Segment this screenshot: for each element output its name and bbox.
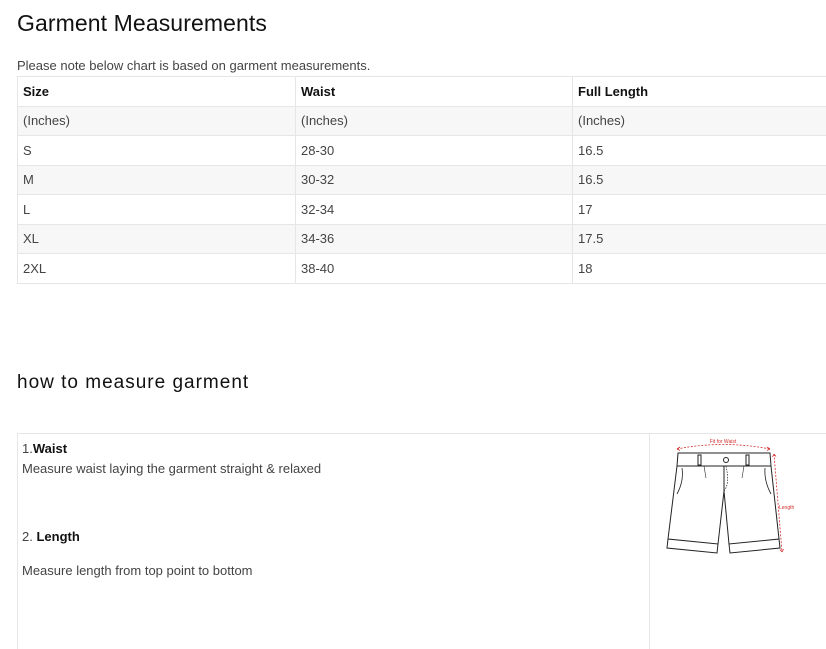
table-header-row: Size Waist Full Length (17, 76, 826, 107)
table-cell: 34-36 (295, 223, 573, 254)
table-cell: 38-40 (295, 253, 573, 284)
table-row: (Inches) (Inches) (Inches) (17, 105, 826, 136)
table-cell: (Inches) (17, 105, 296, 136)
shorts-measurement-diagram: Fit for Waist Length (666, 439, 795, 554)
size-chart-table: Size Waist Full Length (Inches) (Inches) (Inc… (17, 76, 826, 284)
table-cell: 30-32 (295, 164, 573, 195)
column-header: Waist (295, 76, 573, 107)
table-row: L 32-34 17 (17, 194, 826, 225)
table-row: S 28-30 16.5 (17, 135, 826, 166)
table-cell: 2XL (17, 253, 296, 284)
table-cell: (Inches) (295, 105, 573, 136)
step-number: 2. (22, 529, 37, 544)
table-cell: M (17, 164, 296, 195)
table-row: 2XL 38-40 18 (17, 253, 826, 284)
table-cell: 18 (572, 253, 826, 284)
fit-for-waist-label: Fit for Waist (710, 439, 737, 445)
step-label: Length (36, 529, 80, 544)
waist-measure-arrow (676, 444, 771, 450)
table-cell: 16.5 (572, 135, 826, 166)
step-length-description: Measure length from top point to bottom (22, 563, 253, 578)
length-label: Length (779, 505, 795, 511)
table-cell: 17 (572, 194, 826, 225)
table-cell: 17.5 (572, 223, 826, 254)
page-title: Garment Measurements (17, 10, 267, 36)
table-cell: 28-30 (295, 135, 573, 166)
table-cell: 32-34 (295, 194, 573, 225)
how-to-measure-heading: how to measure garment (17, 372, 250, 393)
step-waist-title: 1.Waist (22, 441, 67, 456)
table-cell: 16.5 (572, 164, 826, 195)
table-cell: S (17, 135, 296, 166)
step-length-title: 2. Length (22, 529, 80, 544)
chart-note: Please note below chart is based on garm… (17, 58, 371, 73)
step-waist-description: Measure waist laying the garment straigh… (22, 461, 322, 476)
panel-divider (649, 433, 650, 649)
table-cell: (Inches) (572, 105, 826, 136)
step-number: 1. (22, 441, 33, 456)
step-label: Waist (32, 441, 68, 456)
table-cell: XL (17, 223, 296, 254)
column-header: Full Length (572, 76, 826, 107)
table-row: M 30-32 16.5 (17, 164, 826, 195)
table-cell: L (17, 194, 296, 225)
column-header: Size (17, 76, 296, 107)
table-row: XL 34-36 17.5 (17, 223, 826, 254)
